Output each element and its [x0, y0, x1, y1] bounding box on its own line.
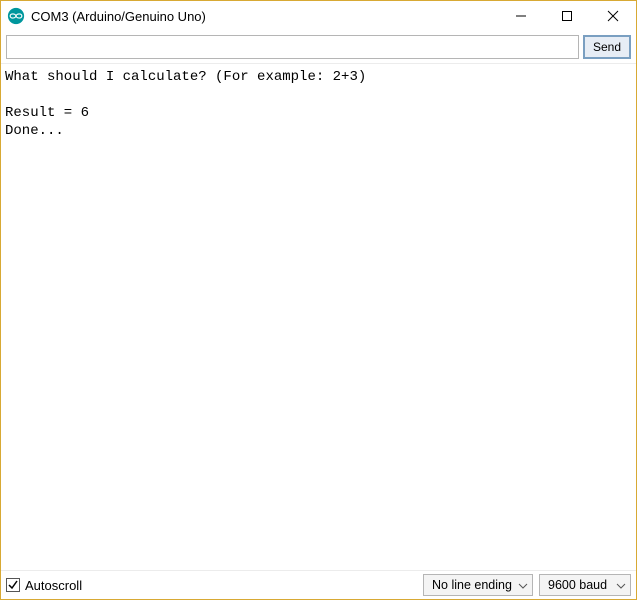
chevron-down-icon [616, 580, 626, 590]
serial-output[interactable]: What should I calculate? (For example: 2… [1, 64, 636, 571]
baud-rate-select[interactable]: 9600 baud [539, 574, 631, 596]
baud-rate-value: 9600 baud [548, 578, 610, 592]
checkbox-icon [6, 578, 20, 592]
arduino-icon [7, 7, 25, 25]
serial-input[interactable] [6, 35, 579, 59]
window-title: COM3 (Arduino/Genuino Uno) [31, 9, 498, 24]
input-row: Send [1, 31, 636, 64]
autoscroll-toggle[interactable]: Autoscroll [6, 578, 82, 593]
send-button[interactable]: Send [583, 35, 631, 59]
autoscroll-label: Autoscroll [25, 578, 82, 593]
serial-monitor-window: COM3 (Arduino/Genuino Uno) Send What sho… [0, 0, 637, 600]
line-ending-select[interactable]: No line ending [423, 574, 533, 596]
minimize-button[interactable] [498, 1, 544, 31]
titlebar: COM3 (Arduino/Genuino Uno) [1, 1, 636, 31]
maximize-button[interactable] [544, 1, 590, 31]
window-controls [498, 1, 636, 31]
line-ending-value: No line ending [432, 578, 512, 592]
close-button[interactable] [590, 1, 636, 31]
footer: Autoscroll No line ending 9600 baud [1, 571, 636, 599]
chevron-down-icon [518, 580, 528, 590]
